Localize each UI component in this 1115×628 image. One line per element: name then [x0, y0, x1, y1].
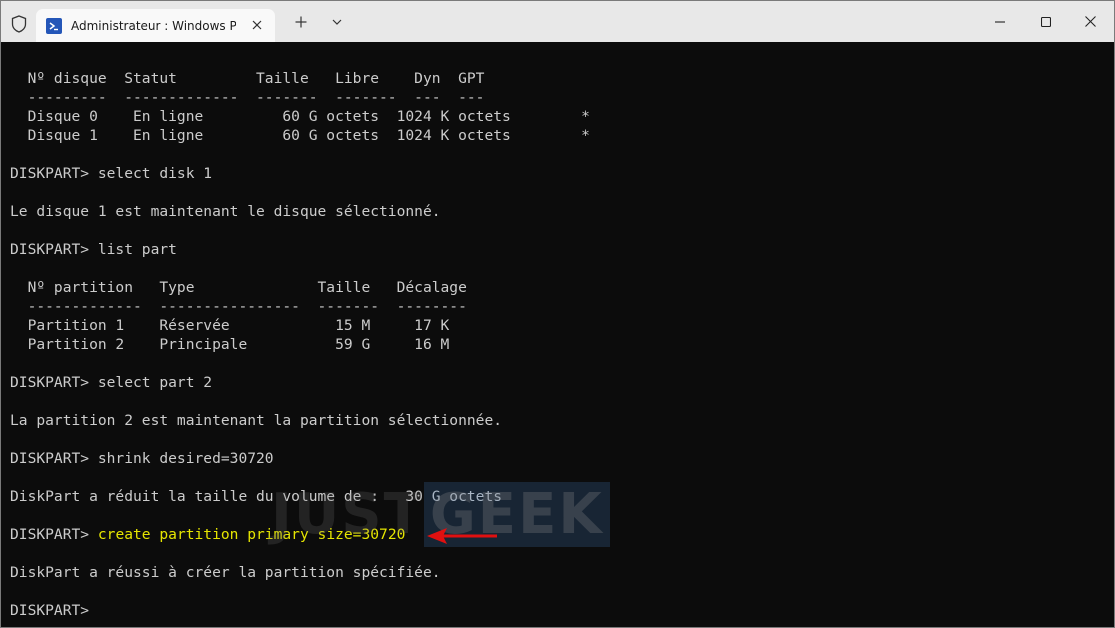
tab-title: Administrateur : Windows Pov — [71, 18, 236, 33]
new-tab-plus-icon[interactable] — [292, 13, 310, 31]
minimize-icon[interactable] — [977, 1, 1023, 42]
terminal-line: DISKPART> select disk 1 — [10, 165, 213, 182]
terminal-line: Disque 1 En ligne 60 G octets 1024 K oct… — [10, 127, 590, 144]
terminal-line: Partition 1 Réservée 15 M 17 K — [10, 317, 450, 334]
title-bar: Administrateur : Windows Pov — [1, 1, 1114, 42]
terminal-line: DiskPart a réduit la taille du volume de… — [10, 488, 503, 505]
powershell-icon — [46, 17, 62, 34]
shield-icon — [11, 15, 27, 33]
red-arrow-annotation-icon — [427, 528, 497, 544]
terminal-line: DISKPART> shrink desired=30720 — [10, 450, 274, 467]
terminal-line: Le disque 1 est maintenant le disque sél… — [10, 203, 441, 220]
chevron-down-icon[interactable] — [328, 13, 346, 31]
command-prompt: DISKPART> — [10, 526, 98, 543]
maximize-icon[interactable] — [1023, 1, 1069, 42]
terminal-output[interactable]: Nº disque Statut Taille Libre Dyn GPT --… — [1, 42, 1114, 627]
terminal-line: DiskPart a réussi à créer la partition s… — [10, 564, 441, 581]
tab-powershell[interactable]: Administrateur : Windows Pov — [36, 9, 275, 42]
terminal-line: DISKPART> — [10, 602, 90, 619]
terminal-line-highlighted-command: DISKPART> create partition primary size=… — [10, 525, 405, 544]
close-window-icon[interactable] — [1067, 1, 1113, 42]
terminal-line: --------- ------------- ------- ------- … — [10, 89, 485, 106]
terminal-line: DISKPART> list part — [10, 241, 177, 258]
highlighted-command: create partition primary size=30720 — [97, 526, 406, 543]
terminal-line: Nº disque Statut Taille Libre Dyn GPT — [10, 70, 485, 87]
terminal-window: Administrateur : Windows Pov Nº disque S… — [0, 0, 1115, 628]
terminal-line: Disque 0 En ligne 60 G octets 1024 K oct… — [10, 108, 590, 125]
terminal-line: Nº partition Type Taille Décalage — [10, 279, 467, 296]
terminal-line: DISKPART> select part 2 — [10, 374, 213, 391]
terminal-line: Partition 2 Principale 59 G 16 M — [10, 336, 450, 353]
terminal-line: La partition 2 est maintenant la partiti… — [10, 412, 503, 429]
close-tab-icon[interactable] — [249, 17, 265, 33]
terminal-line: ------------- ---------------- ------- -… — [10, 298, 467, 315]
